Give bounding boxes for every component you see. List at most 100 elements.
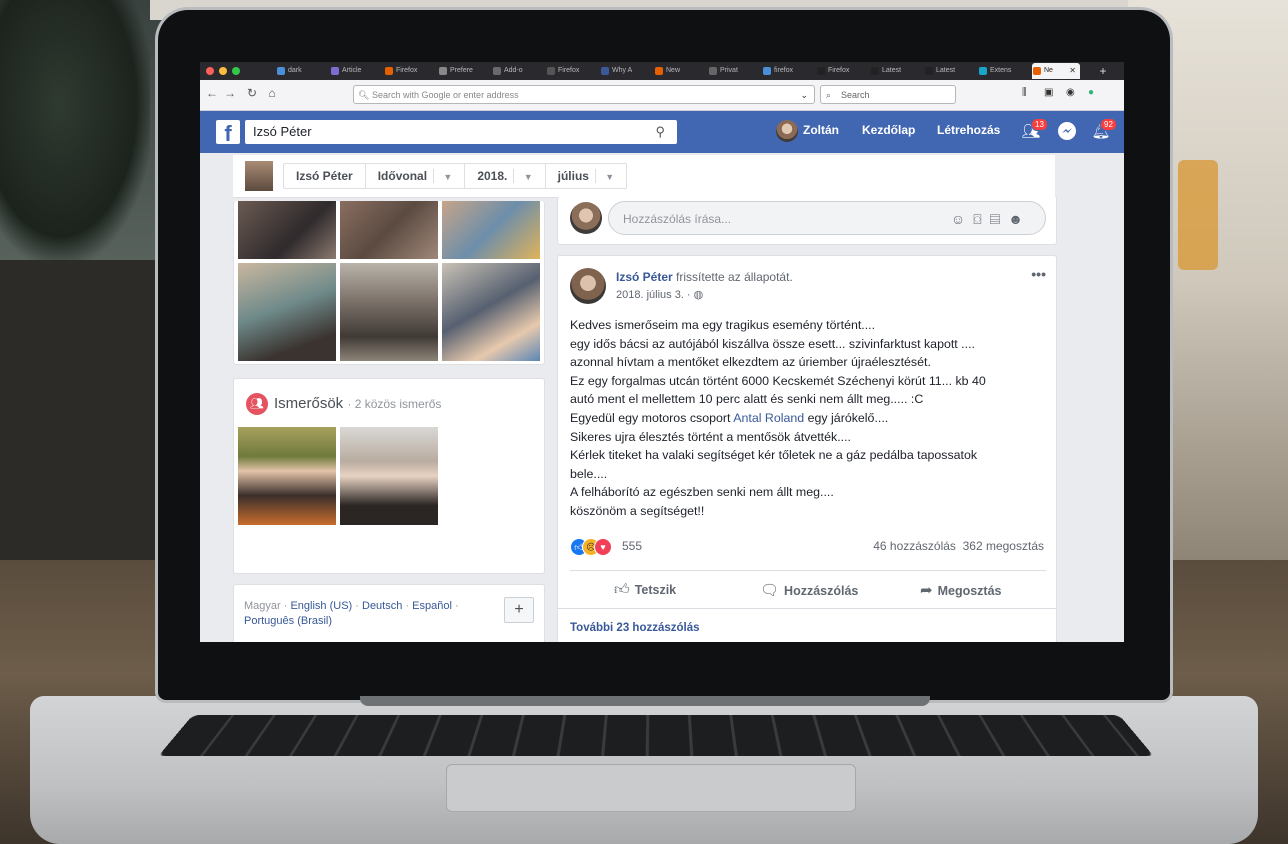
post-text-line: A felháborító az egészben senki nem állt…	[570, 485, 834, 500]
home-link[interactable]: Kezdőlap	[862, 123, 915, 137]
photo-thumbnail[interactable]	[442, 201, 540, 259]
browser-tab[interactable]: Firefox	[384, 63, 434, 79]
new-tab-button[interactable]: +	[1096, 62, 1110, 80]
close-tab-icon[interactable]: ✕	[1069, 63, 1076, 79]
browser-tab[interactable]: Article	[330, 63, 380, 79]
emoji-icon[interactable]: ☺	[951, 211, 973, 227]
friends-title: Ismerősök	[274, 394, 344, 412]
laptop-hinge	[360, 696, 930, 706]
reload-icon[interactable]: ↻	[244, 86, 260, 100]
facebook-header: f Izsó Péter ⚲ Zoltán Kezdőlap Létrehozá…	[200, 111, 1124, 153]
browser-tab[interactable]: Latest	[924, 63, 974, 79]
create-link[interactable]: Létrehozás	[937, 123, 1000, 137]
maximize-window-button[interactable]	[232, 67, 240, 75]
languages-card: Magyar · English (US) · Deutsch · Españo…	[233, 584, 545, 642]
minimize-window-button[interactable]	[219, 67, 227, 75]
tagged-person-link[interactable]: Antal Roland	[733, 411, 804, 425]
tab-label: Ne	[1044, 67, 1053, 74]
browser-tab[interactable]: Add-o	[492, 63, 542, 79]
post-date[interactable]: 2018. július 3. ·	[616, 289, 691, 301]
post-date-line: 2018. július 3. · ◍	[616, 288, 703, 301]
add-language-button[interactable]: +	[504, 597, 534, 623]
tab-favicon-icon	[979, 67, 987, 75]
photo-thumbnail[interactable]	[442, 263, 540, 361]
comment-button[interactable]: 🗨︎ Hozzászólás	[760, 581, 858, 599]
friend-photo[interactable]	[340, 427, 438, 525]
browser-tab[interactable]: New	[654, 63, 704, 79]
browser-tab[interactable]: Why A	[600, 63, 650, 79]
crumb-year[interactable]: 2018. ▼	[465, 164, 546, 188]
account-icon[interactable]: ◉	[1066, 87, 1075, 98]
tab-favicon-icon	[817, 67, 825, 75]
avatar[interactable]	[245, 161, 273, 191]
search-icon[interactable]: ⚲	[655, 120, 665, 144]
thumbs-up-icon: 👍︎	[614, 581, 630, 598]
language-link[interactable]: Deutsch	[362, 600, 402, 612]
post-actions: 👍︎ Tetszik 🗨︎ Hozzászólás ➦ Megosztás	[570, 570, 1046, 607]
love-reaction-icon: ♥	[594, 538, 612, 556]
facebook-logo-icon[interactable]: f	[216, 120, 240, 146]
browser-tab[interactable]: Firefox	[546, 63, 596, 79]
search-icon: ⌕	[826, 90, 832, 100]
browser-tab[interactable]: Ne ✕	[1032, 63, 1080, 79]
extension-icon[interactable]: ●	[1088, 87, 1094, 98]
tab-label: Firefox	[828, 67, 850, 74]
browser-tab[interactable]: dark	[276, 63, 326, 79]
comment-input[interactable]: Hozzászólás írása... ☺⌼▤☻	[608, 201, 1046, 235]
search-input[interactable]: ⌕ Search	[820, 85, 956, 104]
browser-tab[interactable]: Prefere	[438, 63, 488, 79]
tab-favicon-icon	[277, 67, 285, 75]
photo-thumbnail[interactable]	[340, 263, 438, 361]
speech-bubble-icon: 🗨︎	[760, 582, 780, 599]
search-icon: 🔍︎	[358, 90, 370, 100]
tab-favicon-icon	[709, 67, 717, 75]
like-label: Tetszik	[634, 583, 677, 597]
forward-icon[interactable]: →	[222, 86, 238, 100]
browser-tab[interactable]: Firefox	[816, 63, 866, 79]
chevron-down-icon[interactable]: ⌄	[800, 86, 808, 105]
crumb-month[interactable]: július ▼	[546, 164, 627, 188]
language-link[interactable]: Español	[412, 600, 452, 612]
sticker-icon[interactable]: ☻	[1008, 211, 1031, 227]
browser-tab[interactable]: firefox	[762, 63, 812, 79]
friends-heading[interactable]: 👥︎ Ismerősök · 2 közös ismerős	[246, 393, 441, 415]
avatar[interactable]	[570, 268, 606, 304]
share-count[interactable]: 362 megosztás	[963, 539, 1044, 553]
avatar[interactable]	[776, 120, 798, 142]
sidebar-icon[interactable]: ▣	[1044, 87, 1053, 98]
facebook-search-input[interactable]: Izsó Péter ⚲	[245, 120, 677, 144]
comment-count[interactable]: 46 hozzászólás	[873, 539, 956, 553]
post-author[interactable]: Izsó Péter	[616, 270, 673, 284]
language-link[interactable]: Português (Brasil)	[244, 615, 332, 627]
tab-favicon-icon	[493, 67, 501, 75]
browser-tab[interactable]: Extens	[978, 63, 1028, 79]
back-icon[interactable]: ←	[204, 86, 220, 100]
home-icon[interactable]: ⌂	[264, 86, 280, 100]
browser-tab[interactable]: Latest	[870, 63, 920, 79]
close-window-button[interactable]	[206, 67, 214, 75]
language-link[interactable]: English (US)	[290, 600, 352, 612]
tab-label: Firefox	[396, 67, 418, 74]
like-button[interactable]: 👍︎ Tetszik	[614, 581, 676, 599]
more-options-button[interactable]: •••	[1031, 266, 1046, 282]
tab-favicon-icon	[547, 67, 555, 75]
library-icon[interactable]: ⫼	[1022, 87, 1027, 98]
photo-thumbnail[interactable]	[340, 201, 438, 259]
messenger-icon[interactable]	[1056, 121, 1078, 143]
browser-tab[interactable]: Privat	[708, 63, 758, 79]
tab-favicon-icon	[925, 67, 933, 75]
view-more-comments-link[interactable]: További 23 hozzászólás	[570, 622, 700, 634]
friend-photo[interactable]	[238, 427, 336, 525]
camera-icon[interactable]: ⌼	[973, 211, 989, 227]
photo-thumbnail[interactable]	[238, 263, 336, 361]
caret-down-icon: ▼	[443, 172, 453, 182]
address-bar[interactable]: 🔍︎ Search with Google or enter address ⌄	[353, 85, 815, 104]
share-button[interactable]: ➦ Megosztás	[920, 581, 1001, 599]
photo-thumbnail[interactable]	[238, 201, 336, 259]
tab-label: Extens	[990, 67, 1012, 74]
crumb-timeline[interactable]: Idővonal ▼	[366, 164, 466, 188]
crumb-profile[interactable]: Izsó Péter	[284, 164, 366, 188]
facebook-search-value: Izsó Péter	[253, 124, 312, 139]
profile-link[interactable]: Zoltán	[803, 123, 839, 137]
gif-icon[interactable]: ▤	[990, 211, 1009, 227]
